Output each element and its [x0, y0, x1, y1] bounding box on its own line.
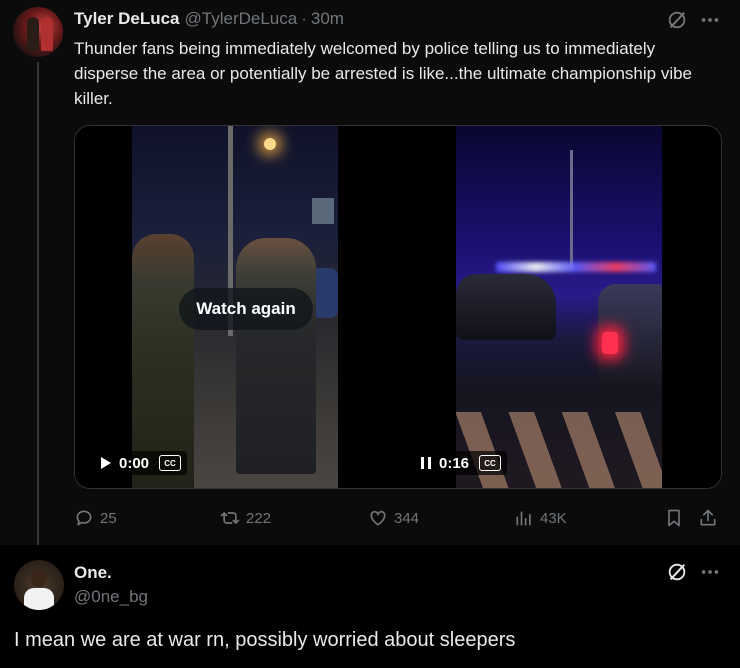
avatar-figure: [41, 17, 53, 51]
avatar[interactable]: [14, 560, 64, 610]
video-time: 0:00: [119, 454, 150, 472]
tweet-actions: 25 222 344 43K: [74, 506, 722, 530]
captions-icon[interactable]: CC: [159, 455, 182, 471]
pause-icon[interactable]: [421, 457, 431, 469]
video-time: 0:16: [439, 454, 470, 472]
like-icon: [370, 510, 386, 526]
media-grid: Watch again 0:00 CC 0:16 CC: [74, 125, 722, 489]
grok-icon[interactable]: [666, 9, 688, 31]
bookmark-icon: [668, 509, 680, 527]
author-handle[interactable]: @TylerDeLuca: [185, 9, 298, 29]
scene-emergency-lights: [496, 262, 656, 272]
video-thumbnail-2[interactable]: [456, 126, 662, 488]
avatar-figure: [27, 17, 39, 51]
reply-button[interactable]: 25: [74, 506, 117, 530]
avatar-shirt: [24, 588, 54, 610]
tweet-text: I mean we are at war rn, possibly worrie…: [14, 629, 516, 651]
video-controls-1: 0:00 CC: [95, 451, 188, 475]
reply-count: 25: [100, 509, 117, 527]
reply-icon: [76, 510, 92, 526]
bookmark-button[interactable]: [664, 506, 690, 530]
tweet-main[interactable]: Tyler DeLuca @TylerDeLuca · 30m Thunder …: [0, 0, 740, 554]
scene-flagpole: [570, 150, 573, 270]
avatar[interactable]: [13, 7, 63, 57]
like-button[interactable]: 344: [368, 506, 419, 530]
scene-streetlight: [264, 138, 276, 150]
scene-officer: [236, 238, 316, 474]
thread-connector-line: [37, 62, 39, 554]
tweet-header: Tyler DeLuca @TylerDeLuca · 30m: [74, 8, 344, 30]
views-count: 43K: [540, 509, 567, 527]
grok-icon[interactable]: [666, 561, 688, 583]
separator-dot: ·: [301, 9, 307, 28]
more-icon[interactable]: [699, 561, 721, 583]
share-icon: [700, 509, 716, 526]
scene-red-light: [602, 332, 618, 354]
tweet-text: Thunder fans being immediately welcomed …: [74, 39, 693, 108]
captions-icon[interactable]: CC: [479, 455, 502, 471]
author-handle[interactable]: @0ne_bg: [74, 587, 148, 607]
share-button[interactable]: [698, 506, 724, 530]
author-name[interactable]: One.: [74, 563, 112, 583]
play-icon[interactable]: [101, 457, 111, 469]
author-name[interactable]: Tyler DeLuca: [74, 9, 180, 29]
scene-police-car: [456, 274, 556, 340]
more-icon[interactable]: [699, 9, 721, 31]
video-controls-2: 0:16 CC: [415, 451, 508, 475]
avatar-head: [31, 569, 47, 587]
repost-button[interactable]: 222: [220, 506, 271, 530]
views-button[interactable]: 43K: [514, 506, 567, 530]
repost-count: 222: [246, 509, 272, 527]
tweet-timestamp[interactable]: 30m: [311, 9, 344, 29]
scene-sign: [312, 198, 334, 224]
repost-icon: [220, 512, 240, 524]
like-count: 344: [394, 509, 420, 527]
watch-again-button[interactable]: Watch again: [179, 288, 313, 330]
views-icon: [516, 511, 531, 526]
